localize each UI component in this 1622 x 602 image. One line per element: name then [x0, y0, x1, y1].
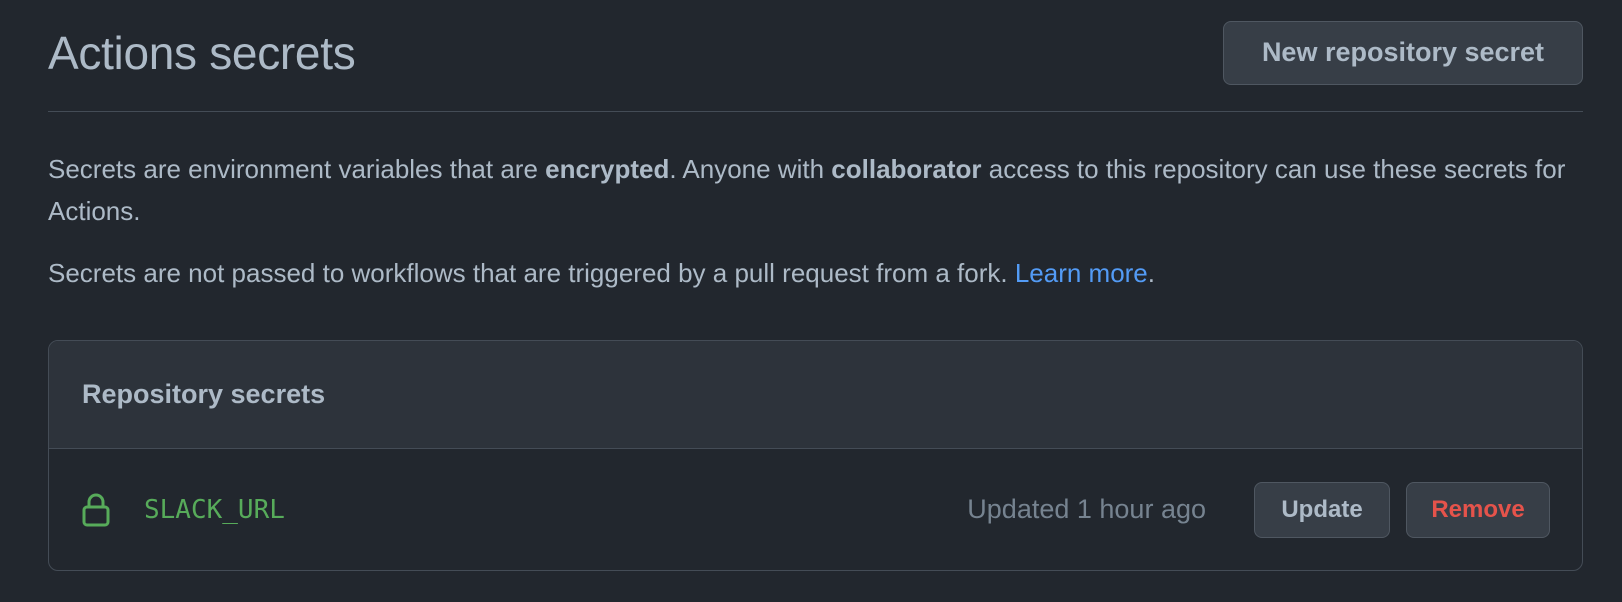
description-text: . Anyone with	[669, 154, 832, 184]
fork-notice-end: .	[1147, 258, 1156, 288]
actions-secrets-page: Actions secrets New repository secret Se…	[48, 0, 1583, 571]
repository-secrets-header: Repository secrets	[49, 341, 1582, 449]
fork-notice-text: Secrets are not passed to workflows that…	[48, 258, 1015, 288]
collaborator-emphasis: collaborator	[831, 154, 982, 184]
remove-secret-button[interactable]: Remove	[1406, 481, 1550, 538]
secret-updated-time: Updated 1 hour ago	[967, 494, 1206, 524]
fork-notice: Secrets are not passed to workflows that…	[48, 252, 1583, 294]
encrypted-emphasis: encrypted	[545, 154, 670, 184]
learn-more-link[interactable]: Learn more	[1015, 258, 1148, 288]
secret-row: SLACK_URL Updated 1 hour ago Update Remo…	[49, 449, 1582, 570]
new-repository-secret-button[interactable]: New repository secret	[1223, 20, 1583, 85]
repository-secrets-title: Repository secrets	[82, 379, 326, 409]
secrets-description: Secrets are environment variables that a…	[48, 148, 1583, 232]
page-title: Actions secrets	[48, 26, 356, 79]
secret-name: SLACK_URL	[144, 494, 285, 525]
page-header: Actions secrets New repository secret	[48, 0, 1583, 112]
lock-icon	[82, 493, 110, 527]
repository-secrets-box: Repository secrets SLACK_URL Updated 1 h…	[48, 340, 1583, 571]
update-secret-button[interactable]: Update	[1254, 481, 1390, 538]
description-text: Secrets are environment variables that a…	[48, 154, 546, 184]
